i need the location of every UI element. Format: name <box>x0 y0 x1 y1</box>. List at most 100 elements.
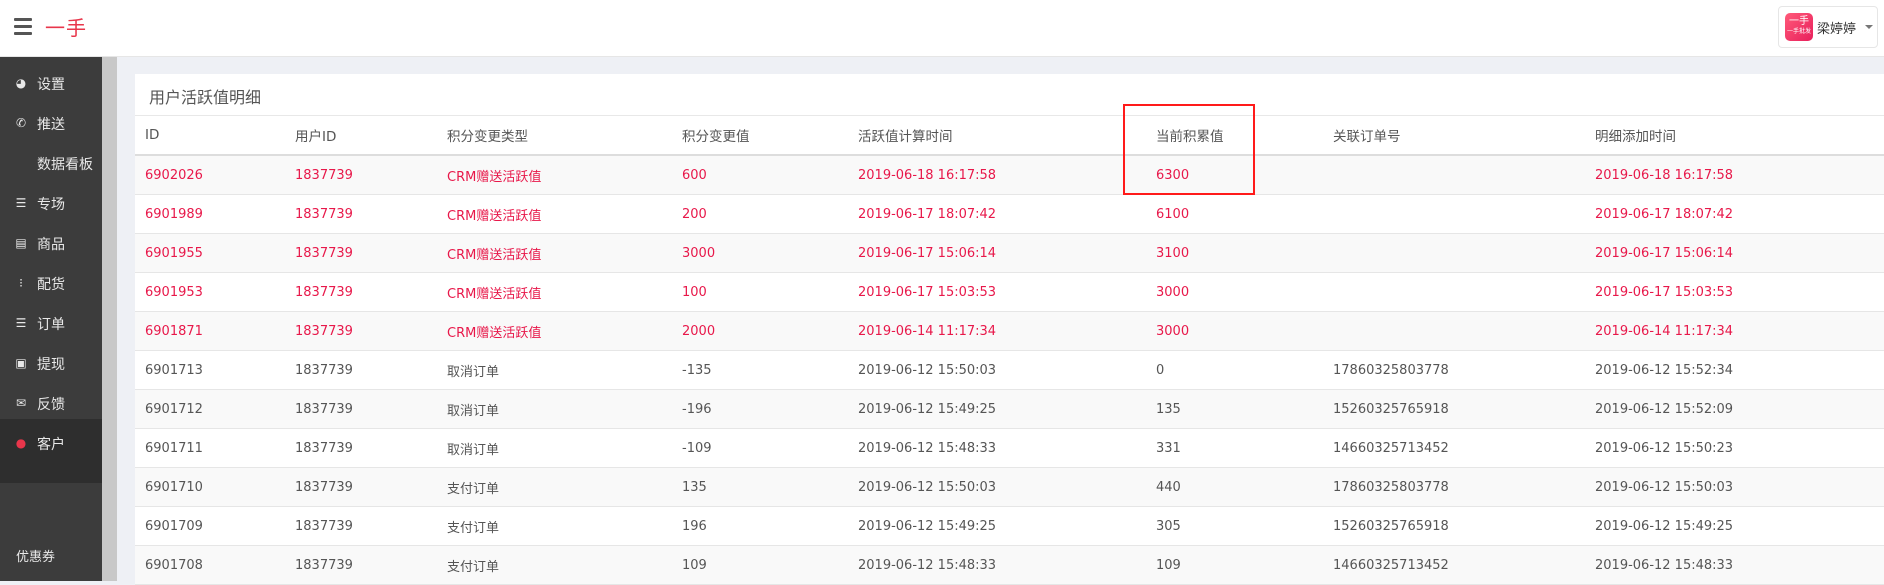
table-cell: CRM赠送活跃值 <box>437 233 672 273</box>
activity-table: ID 用户ID 积分变更类型 积分变更值 活跃值计算时间 当前积累值 关联订单号 明细添加时间… <box>135 116 1884 585</box>
sidebar-item-customers[interactable]: ● 客户 <box>0 419 102 483</box>
table-cell: 2019-06-14 11:17:34 <box>1585 311 1884 351</box>
table-cell: -196 <box>672 389 848 429</box>
table-cell <box>1323 155 1585 195</box>
table-row: 6901709 1837739 支付订单 196 2019-06-12 15:49:25… <box>135 506 1884 546</box>
table-cell: 2019-06-12 15:49:25 <box>848 506 1146 546</box>
table-cell: 6901713 <box>135 350 285 390</box>
table-cell: 1837739 <box>285 545 437 585</box>
card-icon: ▤ <box>15 236 27 250</box>
table-cell: 取消订单 <box>437 389 672 429</box>
user-menu[interactable]: 一手 一手批发 梁婷婷 <box>1778 6 1878 48</box>
table-cell: 1837739 <box>285 389 437 429</box>
sidebar-item-label: 推送 <box>37 117 65 133</box>
table-row: 6901871 1837739 CRM赠送活跃值 2000 2019-06-14 11:… <box>135 311 1884 351</box>
money-icon: ▣ <box>15 356 27 370</box>
table-row: 6901711 1837739 取消订单 -109 2019-06-12 15:48:3… <box>135 428 1884 468</box>
column-header: 积分变更类型 <box>437 116 672 156</box>
activity-panel: 用户活跃值明细 ID 用户ID 积分变更类型 积分变更值 活跃值计算时间 当前积累值 关联订… <box>135 74 1884 585</box>
table-cell: 2019-06-17 15:03:53 <box>1585 272 1884 312</box>
sidebar-subitem-coupons[interactable]: 优惠券 <box>16 546 55 565</box>
table-cell: 6901712 <box>135 389 285 429</box>
table-cell: 1837739 <box>285 194 437 234</box>
table-cell: 取消订单 <box>437 350 672 390</box>
sidebar-scrollbar[interactable] <box>102 57 117 581</box>
sidebar-item-label: 设置 <box>37 77 65 93</box>
top-bar: 一手 一手 一手批发 梁婷婷 <box>0 0 1884 57</box>
table-cell: 1837739 <box>285 311 437 351</box>
chat-icon: ✉ <box>15 396 27 410</box>
table-row: 6901712 1837739 取消订单 -196 2019-06-12 15:49:2… <box>135 389 1884 429</box>
table-cell: 6901708 <box>135 545 285 585</box>
table-cell: -135 <box>672 350 848 390</box>
list-icon: ☰ <box>15 196 27 210</box>
table-cell: 1837739 <box>285 155 437 195</box>
column-header: 当前积累值 <box>1146 116 1323 156</box>
table-cell: 取消订单 <box>437 428 672 468</box>
table-cell <box>1323 194 1585 234</box>
table-cell: 2019-06-18 16:17:58 <box>848 155 1146 195</box>
table-row: 6901989 1837739 CRM赠送活跃值 200 2019-06-17 18:0… <box>135 194 1884 234</box>
table-cell: 6902026 <box>135 155 285 195</box>
sidebar-item-label: 提现 <box>37 357 65 373</box>
table-cell: 2019-06-17 15:06:14 <box>1585 233 1884 273</box>
table-cell: 1837739 <box>285 467 437 507</box>
table-cell: 6901710 <box>135 467 285 507</box>
column-header: 关联订单号 <box>1323 116 1585 156</box>
table-cell: 100 <box>672 272 848 312</box>
table-cell: 3000 <box>1146 272 1323 312</box>
table-cell: 2019-06-17 18:07:42 <box>1585 194 1884 234</box>
table-cell: 440 <box>1146 467 1323 507</box>
table-cell: 1837739 <box>285 428 437 468</box>
table-cell: 3000 <box>1146 311 1323 351</box>
table-cell: 6901709 <box>135 506 285 546</box>
table-cell: 1837739 <box>285 272 437 312</box>
sidebar-item-label: 数据看板 <box>37 157 93 173</box>
table-cell: 支付订单 <box>437 467 672 507</box>
table-cell: 2019-06-12 15:48:33 <box>1585 545 1884 585</box>
table-cell: 6300 <box>1146 155 1323 195</box>
table-cell: 15260325765918 <box>1323 506 1585 546</box>
table-cell: 2019-06-18 16:17:58 <box>1585 155 1884 195</box>
column-header: ID <box>135 116 285 156</box>
column-header: 用户ID <box>285 116 437 156</box>
table-cell: 6901953 <box>135 272 285 312</box>
table-cell: 2019-06-12 15:50:03 <box>848 350 1146 390</box>
user-icon: ● <box>15 436 27 450</box>
table-cell: 109 <box>1146 545 1323 585</box>
table-cell: CRM赠送活跃值 <box>437 311 672 351</box>
sidebar-item-label: 订单 <box>37 317 65 333</box>
avatar-subtext: 一手批发 <box>1786 28 1811 35</box>
table-cell: 2019-06-17 15:03:53 <box>848 272 1146 312</box>
table-cell: 0 <box>1146 350 1323 390</box>
sidebar: ◕ 设置 ✆ 推送 数据看板 ☰ 专场 ▤ 商品 ⁝ 配货 ☰ 订单 ▣ 提现 … <box>0 57 102 581</box>
app-logo[interactable]: 一手 <box>45 12 87 41</box>
table-cell: 2019-06-12 15:50:03 <box>848 467 1146 507</box>
menu-toggle-icon[interactable] <box>14 18 32 35</box>
column-header: 活跃值计算时间 <box>848 116 1146 156</box>
table-cell: 2019-06-12 15:50:23 <box>1585 428 1884 468</box>
table-cell: 109 <box>672 545 848 585</box>
column-header: 明细添加时间 <box>1585 116 1884 156</box>
table-cell: 600 <box>672 155 848 195</box>
table-cell: 2019-06-17 15:06:14 <box>848 233 1146 273</box>
table-cell: 14660325713452 <box>1323 545 1585 585</box>
table-row: 6901708 1837739 支付订单 109 2019-06-12 15:48:33… <box>135 545 1884 585</box>
table-row: 6901953 1837739 CRM赠送活跃值 100 2019-06-17 15:0… <box>135 272 1884 312</box>
table-cell: CRM赠送活跃值 <box>437 194 672 234</box>
table-cell: 2019-06-17 18:07:42 <box>848 194 1146 234</box>
table-cell: 1837739 <box>285 506 437 546</box>
table-cell: 支付订单 <box>437 506 672 546</box>
table-cell <box>1323 233 1585 273</box>
table-cell: 2019-06-12 15:52:34 <box>1585 350 1884 390</box>
table-cell <box>1323 311 1585 351</box>
table-body: 6902026 1837739 CRM赠送活跃值 600 2019-06-18 16:1… <box>135 155 1884 585</box>
table-cell: 2019-06-12 15:48:33 <box>848 545 1146 585</box>
table-cell: 200 <box>672 194 848 234</box>
table-cell: 3100 <box>1146 233 1323 273</box>
table-row: 6901713 1837739 取消订单 -135 2019-06-12 15:50:0… <box>135 350 1884 390</box>
table-cell: 2019-06-14 11:17:34 <box>848 311 1146 351</box>
table-cell: 6901711 <box>135 428 285 468</box>
table-header-row: ID 用户ID 积分变更类型 积分变更值 活跃值计算时间 当前积累值 关联订单号 明细添加时间 <box>135 116 1884 156</box>
table-row: 6902026 1837739 CRM赠送活跃值 600 2019-06-18 16:1… <box>135 155 1884 195</box>
